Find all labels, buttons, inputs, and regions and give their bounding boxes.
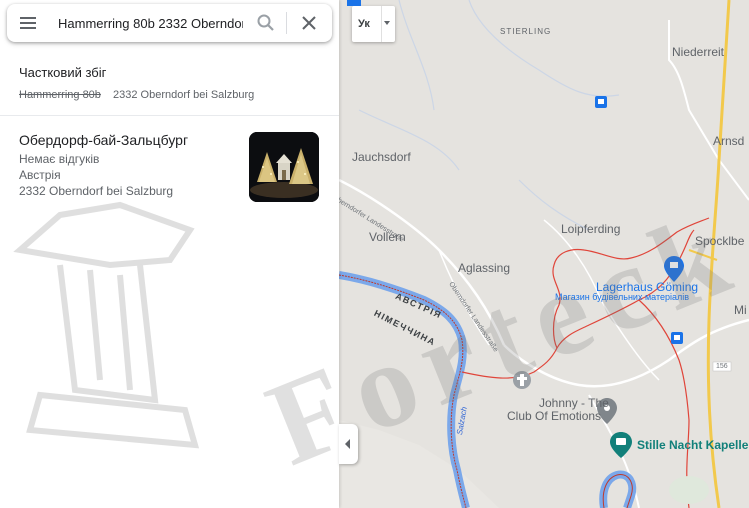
map-label-jauchsdorf: Jauchsdorf <box>352 150 411 164</box>
result-reviews: Немає відгуків <box>19 152 100 166</box>
map-label-spocklbe: Spocklbe <box>695 234 745 248</box>
close-icon[interactable] <box>298 12 320 34</box>
search-result-item[interactable]: Обердорф-бай-Зальцбург Немає відгуків Ав… <box>0 118 339 212</box>
layer-language-button[interactable]: Ук <box>352 6 395 42</box>
chevron-down-icon[interactable] <box>384 21 390 25</box>
map-label-lagerhaus-category: Магазин будівельних матеріалів <box>555 292 690 302</box>
layer-button-divider <box>381 6 382 42</box>
result-address: 2332 Oberndorf bei Salzburg <box>19 184 174 198</box>
partial-match-address: 2332 Oberndorf bei Salzburg <box>113 89 255 101</box>
search-divider <box>286 12 287 34</box>
search-input[interactable] <box>58 13 243 33</box>
map-label-loipferding: Loipferding <box>561 222 621 236</box>
map-canvas[interactable]: STIERLING Niederreit Arnsd Jauchsdorf Ob… <box>339 0 749 508</box>
map-label-johnny[interactable]: Johnny - The <box>539 396 609 410</box>
map-label-stille-nacht-kapelle[interactable]: Stille Nacht Kapelle <box>637 438 748 452</box>
result-title: Обердорф-бай-Зальцбург <box>19 132 189 148</box>
top-marker-icon[interactable] <box>347 0 361 6</box>
search-box <box>7 4 332 42</box>
partial-match-section[interactable]: Частковий збіг Hammerring 80b 2332 Obern… <box>0 58 339 116</box>
map-label-vollern: Vollern <box>369 230 406 244</box>
chevron-left-icon <box>345 439 350 449</box>
map-label-niederreit: Niederreit <box>672 45 725 59</box>
hamburger-menu-icon[interactable] <box>17 12 39 34</box>
collapse-panel-button[interactable] <box>339 424 358 464</box>
map-label-johnny-club[interactable]: Club Of Emotions <box>507 409 601 423</box>
map-label-road-156: 156 <box>716 363 728 370</box>
map-label-mi: Mi <box>734 303 747 317</box>
result-thumbnail[interactable] <box>249 132 319 202</box>
map-label-arnsd: Arnsd <box>713 134 745 148</box>
map-label-aglassing: Aglassing <box>458 261 511 275</box>
search-icon[interactable] <box>255 12 277 34</box>
layer-language-label: Ук <box>358 18 370 30</box>
result-country: Австрія <box>19 168 61 182</box>
partial-match-struck-text: Hammerring 80b <box>19 89 101 101</box>
partial-match-title: Частковий збіг <box>19 65 107 80</box>
side-panel: Частковий збіг Hammerring 80b 2332 Obern… <box>0 0 339 508</box>
map-label-stierling: STIERLING <box>500 27 552 36</box>
